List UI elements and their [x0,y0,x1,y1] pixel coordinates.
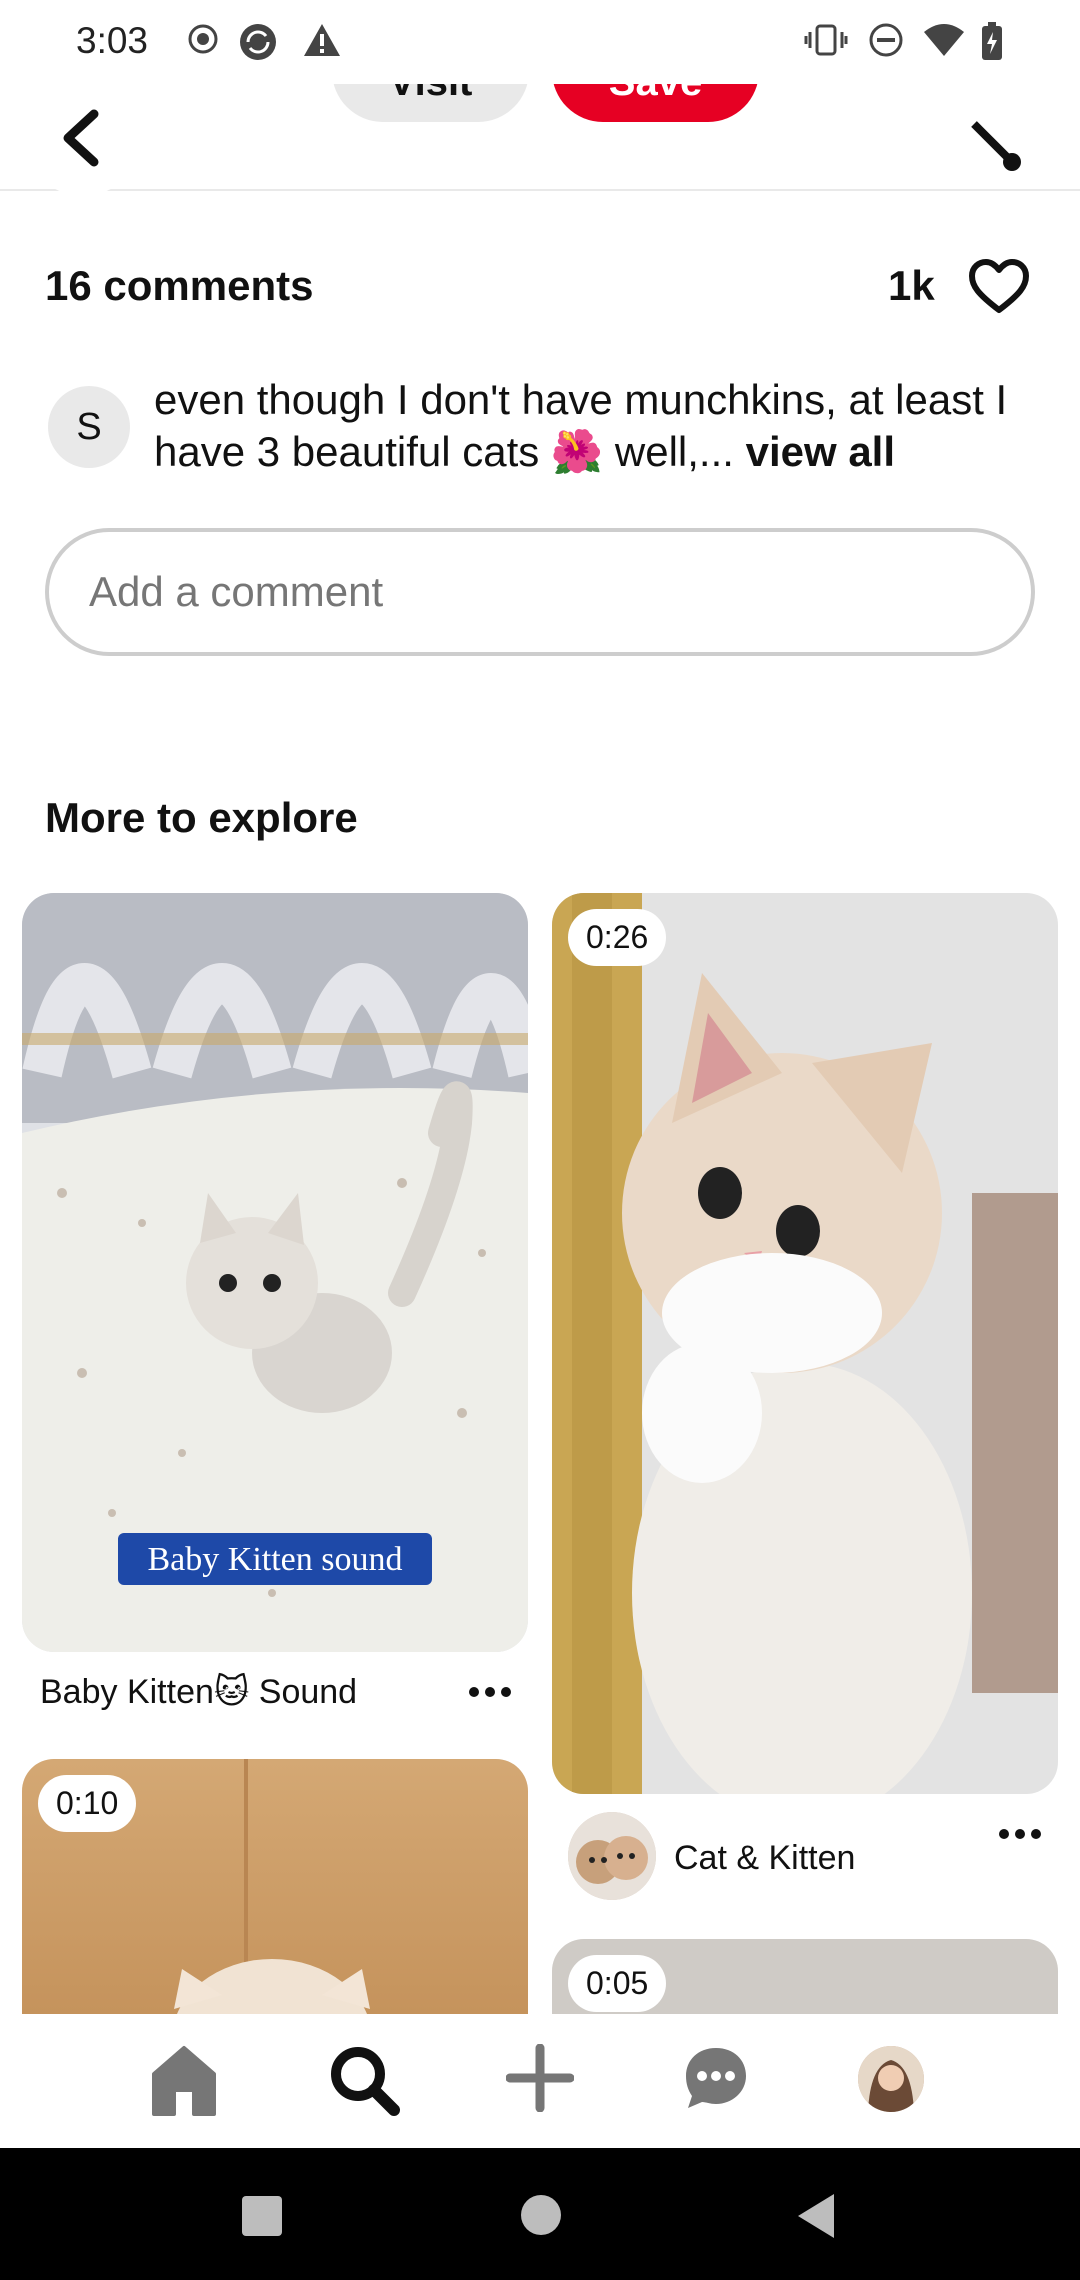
create-plus-icon[interactable] [506,2044,574,2112]
heart-icon[interactable] [968,258,1030,316]
profile-avatar[interactable] [858,2046,924,2112]
comments-count: 16 comments [45,262,314,309]
video-duration: 0:26 [568,909,667,966]
warning-icon [304,24,340,56]
commenter-avatar[interactable]: S [48,386,130,468]
profile-photo [858,2046,924,2112]
chevron-left-icon [63,109,99,167]
messages-icon[interactable] [682,2044,750,2112]
recents-icon[interactable] [242,2196,282,2236]
top-comment[interactable]: even though I don't have munchkins, at l… [154,374,1054,478]
vibrate-icon [804,24,848,56]
video-duration: 0:10 [38,1775,137,1832]
more-options-icon[interactable] [996,1822,1044,1846]
bottom-nav [0,2014,1080,2148]
status-time: 3:03 [76,20,149,61]
kitten-image: Baby Kitten sound [22,893,528,1652]
dnd-icon [869,23,903,57]
likes-count: 1k [888,262,935,309]
kitten-image [552,893,1058,1794]
more-to-explore-title: More to explore [45,794,358,841]
sync-icon [240,24,276,60]
pin-card[interactable]: Baby Kitten sound [22,893,528,1652]
pin-author-name[interactable]: Cat & Kitten [674,1839,855,1878]
home-icon[interactable] [150,2044,218,2116]
pin-author-avatar[interactable] [568,1812,656,1900]
home-button-icon[interactable] [520,2194,562,2236]
pin-overlay-text: Baby Kitten sound [148,1541,403,1578]
share-icon[interactable] [968,120,1028,174]
video-duration: 0:05 [568,1955,667,2012]
pin-title[interactable]: Baby Kitten🐱 Sound [40,1672,357,1712]
view-all-link[interactable]: view all [746,428,895,475]
pin-card[interactable]: 0:05 [552,1939,1058,2014]
pin-card[interactable]: 0:26 [552,893,1058,1794]
system-nav-bar [0,2148,1080,2280]
wifi-icon [924,24,964,56]
pin-card[interactable]: 0:10 [22,1759,528,2014]
back-button[interactable] [24,78,142,196]
status-bar: 3:03 [0,0,1080,84]
back-nav-icon[interactable] [796,2192,836,2240]
record-icon [188,24,218,54]
battery-icon [982,22,1002,60]
cat-avatar-image [568,1812,656,1900]
more-options-icon[interactable] [466,1680,514,1704]
search-icon[interactable] [328,2044,400,2116]
add-comment-input[interactable]: Add a comment [45,528,1035,656]
